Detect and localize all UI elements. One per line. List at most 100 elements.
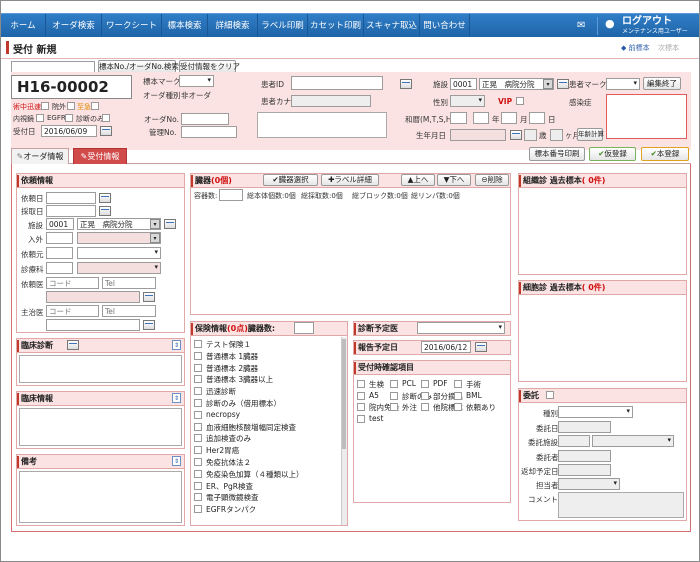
commission-facility-code-input[interactable] xyxy=(558,435,590,447)
tab-reception-info[interactable]: ✎受付情報 xyxy=(73,148,127,164)
age-calc-button[interactable]: 年齢計算 xyxy=(577,128,604,141)
move-up-button[interactable]: ▲上へ xyxy=(401,174,435,186)
delete-button[interactable]: ⊖削除 xyxy=(475,174,509,186)
nav-worksheet[interactable]: ワークシート xyxy=(102,14,162,38)
confirm-item-checkbox[interactable] xyxy=(357,380,365,388)
manage-no-input[interactable] xyxy=(181,126,237,138)
flag-intraop-checkbox[interactable] xyxy=(41,102,49,110)
commission-person-input[interactable] xyxy=(558,450,611,462)
flag-egfr-checkbox[interactable] xyxy=(65,114,73,122)
flag-outside-checkbox[interactable] xyxy=(67,102,75,110)
insurance-item-checkbox[interactable] xyxy=(194,387,202,396)
confirm-item-checkbox[interactable] xyxy=(454,380,462,388)
clinical-info-expand-icon[interactable]: ⇕ xyxy=(172,393,181,403)
commission-facility-select[interactable] xyxy=(592,435,674,447)
confirm-item-checkbox[interactable] xyxy=(357,391,365,400)
req-facility-code-input[interactable] xyxy=(46,218,74,230)
patient-name-area[interactable] xyxy=(257,112,387,138)
print-specimen-no-button[interactable]: 標本番号印刷 xyxy=(529,147,585,161)
report-date-input[interactable] xyxy=(421,341,471,353)
remarks-expand-icon[interactable]: ⇕ xyxy=(172,456,181,466)
confirm-item-checkbox[interactable] xyxy=(390,391,398,400)
nav-inquiry[interactable]: 問い合わせ xyxy=(420,14,470,38)
flag-urgent-checkbox[interactable] xyxy=(91,102,99,110)
insurance-item-checkbox[interactable] xyxy=(194,399,202,407)
confirm-item-checkbox[interactable] xyxy=(357,414,365,423)
clinical-diag-expand-icon[interactable]: ⇕ xyxy=(172,340,181,350)
req-facility-lookup-icon[interactable] xyxy=(164,219,176,229)
attending-code-input[interactable] xyxy=(46,305,99,317)
insurance-item-checkbox[interactable] xyxy=(194,458,202,466)
insurance-organ-count-input[interactable] xyxy=(294,322,314,334)
register-button[interactable]: ✔本登録 xyxy=(641,147,689,161)
clinical-diag-lookup-icon[interactable] xyxy=(67,340,79,350)
insurance-item-checkbox[interactable] xyxy=(194,493,202,502)
diag-doctor-select[interactable] xyxy=(417,322,505,334)
req-facility-select[interactable]: 正晃 病院分院 ▾ xyxy=(77,218,161,230)
confirm-item-checkbox[interactable] xyxy=(421,380,429,388)
age-years-input[interactable] xyxy=(524,129,537,141)
era-input[interactable] xyxy=(450,112,467,124)
confirm-item-checkbox[interactable] xyxy=(421,391,429,400)
commission-checkbox[interactable] xyxy=(546,391,554,399)
ward-select[interactable]: ▾ xyxy=(77,232,161,244)
commission-date-input[interactable] xyxy=(558,421,611,433)
container-input[interactable] xyxy=(219,189,243,201)
patient-id-lookup-icon[interactable] xyxy=(400,79,412,89)
insurance-item-checkbox[interactable] xyxy=(194,481,202,490)
dept-code-input[interactable] xyxy=(46,262,73,274)
confirm-item-checkbox[interactable] xyxy=(390,380,398,388)
attending-name-input[interactable] xyxy=(46,319,140,331)
insurance-item-checkbox[interactable] xyxy=(194,469,202,478)
year-input[interactable] xyxy=(473,112,489,124)
birth-date-calendar-icon[interactable] xyxy=(510,130,522,140)
requester-code-input[interactable] xyxy=(46,247,73,259)
dept-select[interactable] xyxy=(77,262,161,274)
clinical-info-textarea[interactable] xyxy=(19,408,182,446)
edit-end-button[interactable]: 編集終了 xyxy=(643,77,681,90)
order-no-input[interactable] xyxy=(181,113,229,125)
vip-checkbox[interactable] xyxy=(516,97,524,105)
nav-home[interactable]: ホーム xyxy=(1,14,46,38)
tab-order-info[interactable]: ✎オーダ情報 xyxy=(11,148,69,164)
attending-tel-input[interactable] xyxy=(102,305,156,317)
report-date-calendar-icon[interactable] xyxy=(475,342,487,352)
facility-lookup-icon[interactable] xyxy=(557,79,569,89)
request-date-input[interactable] xyxy=(46,192,96,204)
confirm-item-checkbox[interactable] xyxy=(421,403,429,411)
prev-specimen-link[interactable]: ◆ 前標本 xyxy=(621,43,650,53)
patient-kana-input[interactable] xyxy=(291,95,371,107)
clinical-diag-textarea[interactable] xyxy=(19,355,182,383)
commission-comment-textarea[interactable] xyxy=(558,492,684,518)
commission-type-select[interactable] xyxy=(558,406,633,418)
birth-date-input[interactable] xyxy=(450,129,506,141)
facility-name-select[interactable]: 正晃 病院分院 ▾ xyxy=(479,78,554,90)
insurance-item-checkbox[interactable] xyxy=(194,410,202,419)
confirm-item-checkbox[interactable] xyxy=(390,403,398,411)
flag-endoscope-checkbox[interactable] xyxy=(36,114,44,122)
mail-icon[interactable]: ✉ xyxy=(577,14,593,38)
collect-date-input[interactable] xyxy=(46,205,96,217)
nav-order-search[interactable]: オーダ検索 xyxy=(46,14,102,38)
doctor-code-input[interactable] xyxy=(46,277,99,289)
flag-diag-only-checkbox[interactable] xyxy=(102,114,110,122)
doctor-name-input[interactable] xyxy=(46,291,140,303)
label-detail-button[interactable]: ✚ラベル詳細 xyxy=(321,174,379,186)
month-input[interactable] xyxy=(501,112,517,124)
infection-area[interactable] xyxy=(606,94,687,139)
organ-select-button[interactable]: ✔臓器選択 xyxy=(263,174,318,186)
confirm-item-checkbox[interactable] xyxy=(454,391,462,400)
nav-label-print[interactable]: ラベル印刷 xyxy=(258,14,308,38)
requester-select[interactable] xyxy=(77,247,161,259)
nav-cassette-print[interactable]: カセット印刷 xyxy=(308,14,364,38)
collect-date-calendar-icon[interactable] xyxy=(99,206,111,216)
nav-specimen-search[interactable]: 標本検索 xyxy=(162,14,208,38)
attending-lookup-icon[interactable] xyxy=(143,320,155,330)
patient-id-input[interactable] xyxy=(291,76,383,90)
doctor-tel-input[interactable] xyxy=(102,277,156,289)
day-input[interactable] xyxy=(529,112,545,124)
remarks-textarea[interactable] xyxy=(19,471,182,523)
specimen-mark-select[interactable] xyxy=(179,75,214,87)
insurance-item-checkbox[interactable] xyxy=(194,340,202,348)
insurance-scroll-thumb[interactable] xyxy=(342,339,346,449)
